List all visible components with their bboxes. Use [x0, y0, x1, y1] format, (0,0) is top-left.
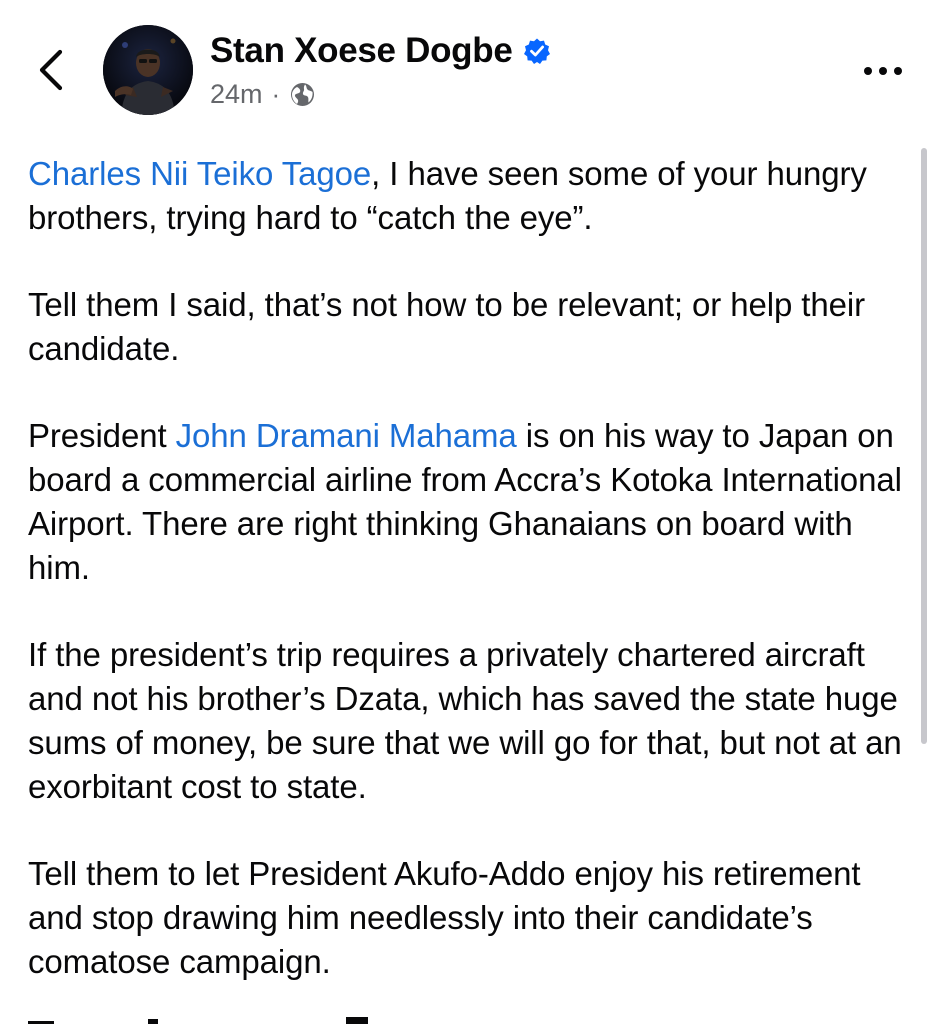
post-meta: 24m ·: [210, 76, 316, 112]
post-paragraph-5: Tell them to let President Akufo-Addo en…: [28, 852, 908, 984]
chevron-left-icon: [39, 49, 63, 91]
globe-icon: [289, 81, 316, 108]
post-paragraph-1: Charles Nii Teiko Tagoe, I have seen som…: [28, 152, 908, 240]
post-text: Tell them to let President Akufo-Addo en…: [28, 855, 861, 980]
verified-badge-icon: [523, 37, 551, 65]
profile-photo: [103, 25, 193, 115]
mention-link[interactable]: Charles Nii Teiko Tagoe: [28, 155, 371, 192]
partially-visible-text-line: [28, 1012, 908, 1024]
author-name[interactable]: Stan Xoese Dogbe: [210, 31, 513, 71]
post-paragraph-2: Tell them I said, that’s not how to be r…: [28, 283, 908, 371]
post-paragraph-3: President John Dramani Mahama is on his …: [28, 414, 908, 590]
meta-separator: ·: [271, 78, 281, 109]
post-text: President: [28, 417, 176, 454]
more-options-button[interactable]: [861, 60, 905, 82]
more-dots-icon: [864, 67, 902, 75]
mention-link[interactable]: John Dramani Mahama: [176, 417, 517, 454]
post-body: Charles Nii Teiko Tagoe, I have seen som…: [28, 152, 908, 1027]
avatar[interactable]: [103, 25, 193, 115]
post-timestamp[interactable]: 24m: [210, 79, 263, 110]
post-paragraph-4: If the president’s trip requires a priva…: [28, 633, 908, 809]
post-header: Stan Xoese Dogbe 24m ·: [0, 0, 935, 130]
post-text: Tell them I said, that’s not how to be r…: [28, 286, 865, 367]
post-text: If the president’s trip requires a priva…: [28, 636, 902, 805]
author-row: Stan Xoese Dogbe: [210, 28, 551, 74]
back-button[interactable]: [30, 44, 74, 96]
scrollbar[interactable]: [921, 148, 927, 744]
